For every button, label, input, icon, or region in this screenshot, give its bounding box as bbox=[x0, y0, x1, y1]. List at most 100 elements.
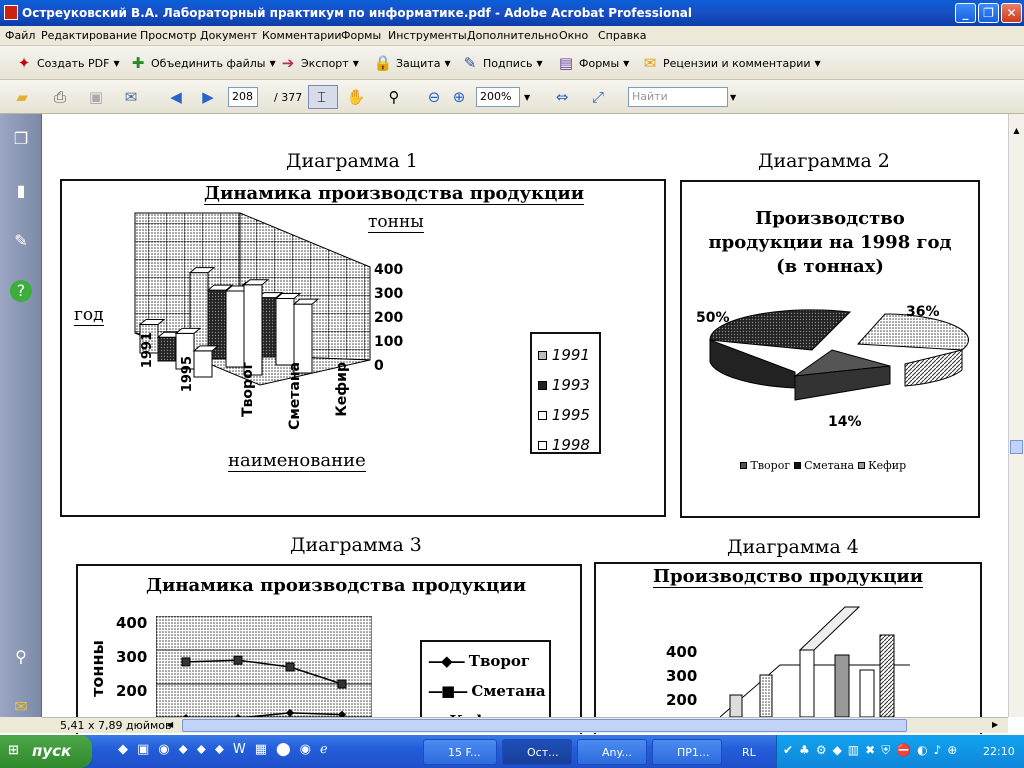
menu-document[interactable]: Документ bbox=[200, 29, 257, 42]
diagram3-line-chart bbox=[156, 616, 372, 717]
help-icon[interactable]: ? bbox=[10, 280, 32, 302]
sign-button[interactable]: ✎ Подпись ▼ bbox=[460, 51, 543, 75]
create-pdf-button[interactable]: ✦ Создать PDF ▼ bbox=[14, 51, 120, 75]
d4-bar-top bbox=[798, 606, 861, 651]
menu-comments[interactable]: Комментарии bbox=[262, 29, 342, 42]
protect-button[interactable]: 🔒 Защита ▼ bbox=[373, 51, 451, 75]
fit-width-button[interactable]: ⇔ bbox=[552, 85, 575, 109]
scroll-up-arrow[interactable]: ▲ bbox=[1010, 124, 1023, 138]
d1-product-label-tvorog: Творог bbox=[240, 362, 256, 417]
folder-icon: ▰ bbox=[16, 88, 28, 106]
zoom-out-button[interactable]: ⊖ bbox=[424, 85, 447, 109]
review-comment-button[interactable]: ✉ Рецензии и комментарии ▼ bbox=[640, 51, 821, 75]
d1-year-label-1991: 1991 bbox=[140, 332, 155, 369]
d1-legend-item: 1998 bbox=[538, 430, 599, 460]
pages-icon[interactable]: ❐ bbox=[10, 128, 32, 150]
cursor-icon: ⌶ bbox=[316, 88, 326, 106]
diagram3-caption: Диаграмма 3 bbox=[290, 534, 422, 556]
scroll-right-arrow[interactable]: ▶ bbox=[992, 720, 1002, 732]
tray-icons[interactable]: ✔♣⚙◆▥✖⛨⛔◐♪⊕ bbox=[783, 743, 963, 758]
fit-page-button[interactable]: ⤢ bbox=[588, 85, 611, 109]
prev-page-button[interactable]: ◀ bbox=[166, 85, 189, 109]
zoom-out-icon: ⊖ bbox=[427, 88, 441, 106]
d1-ytick: 0 bbox=[374, 358, 384, 374]
fit-width-icon: ⇔ bbox=[555, 88, 569, 106]
scroll-left-arrow[interactable]: ◀ bbox=[167, 720, 177, 732]
taskbar-item-any[interactable]: Any... bbox=[577, 739, 647, 765]
print-button[interactable]: ⎙ bbox=[50, 85, 73, 109]
diagram1-xlabel: наименование bbox=[228, 450, 366, 472]
taskbar-item-word[interactable]: ПР1... bbox=[652, 739, 722, 765]
diagram1-legend: 1991 1993 1995 1998 bbox=[530, 332, 601, 454]
magnifier-icon: ⚲ bbox=[388, 88, 400, 106]
diagram2-title: Производство продукции на 1998 год (в то… bbox=[708, 208, 952, 277]
pen-icon: ✎ bbox=[463, 54, 477, 72]
d3-point bbox=[285, 662, 295, 672]
navigation-toolbar: ▰ ⎙ ▣ ✉ ◀ ▶ 208 / 377 ⌶ ✋ ⚲ ⊖ ⊕ 200% ▼ ⇔… bbox=[0, 80, 1024, 114]
zoom-dropdown-caret[interactable]: ▼ bbox=[524, 85, 530, 109]
zoom-level-select[interactable]: 200% bbox=[476, 87, 520, 107]
d1-bar bbox=[157, 336, 177, 362]
scroll-thumb[interactable] bbox=[1010, 440, 1023, 454]
next-page-button[interactable]: ▶ bbox=[198, 85, 221, 109]
attachments-icon[interactable]: ⚲ bbox=[10, 646, 32, 668]
taskbar-item-acrobat[interactable]: Ост... bbox=[502, 739, 572, 765]
menu-view[interactable]: Просмотр bbox=[140, 29, 196, 42]
open-button[interactable]: ▰ bbox=[12, 85, 35, 109]
minimize-button[interactable]: _ bbox=[955, 3, 976, 23]
hand-tool-button[interactable]: ✋ bbox=[346, 85, 369, 109]
email-button[interactable]: ✉ bbox=[121, 85, 144, 109]
zoom-in-button[interactable]: ⊕ bbox=[449, 85, 472, 109]
d1-legend-item: 1991 bbox=[538, 340, 599, 370]
menu-advanced[interactable]: Дополнительно bbox=[467, 29, 558, 42]
navigation-pane: ❐ ▮ ✎ ? ⚲ ✉ bbox=[0, 114, 42, 732]
restore-button[interactable]: ❐ bbox=[978, 3, 999, 23]
find-dropdown-caret[interactable]: ▼ bbox=[730, 85, 736, 109]
d3-point bbox=[181, 657, 191, 667]
vertical-scrollbar[interactable]: ▲ bbox=[1008, 114, 1024, 717]
create-pdf-icon: ✦ bbox=[17, 54, 31, 72]
diagram4-3d-bar-chart bbox=[720, 606, 910, 717]
d1-legend-item: 1995 bbox=[538, 400, 599, 430]
close-button[interactable]: ✕ bbox=[1001, 3, 1022, 23]
zoom-tool-button[interactable]: ⚲ bbox=[384, 85, 407, 109]
d4-bar bbox=[834, 654, 850, 717]
d1-legend-item: 1993 bbox=[538, 370, 599, 400]
lock-icon: 🔒 bbox=[373, 54, 393, 72]
d4-bar bbox=[799, 649, 815, 717]
comments-icon[interactable]: ✉ bbox=[10, 696, 32, 718]
page-size-label: 5,41 x 7,89 дюймов bbox=[60, 719, 172, 732]
combine-files-button[interactable]: ✚ Объединить файлы ▼ bbox=[128, 51, 276, 75]
forms-button[interactable]: ▤ Формы ▼ bbox=[556, 51, 629, 75]
diagram4-title: Производство продукции bbox=[653, 566, 924, 588]
quick-launch[interactable]: ◆▣◉⬥⬥⬥W▦⬤◉ℯ bbox=[118, 742, 337, 757]
fit-page-icon: ⤢ bbox=[591, 88, 604, 106]
menu-help[interactable]: Справка bbox=[598, 29, 646, 42]
zoom-in-icon: ⊕ bbox=[452, 88, 466, 106]
bookmarks-icon[interactable]: ▮ bbox=[10, 180, 32, 202]
printer-icon: ⎙ bbox=[53, 88, 66, 106]
menu-window[interactable]: Окно bbox=[559, 29, 588, 42]
acrobat-app-icon[interactable] bbox=[4, 5, 18, 20]
find-input[interactable]: Найти bbox=[628, 87, 728, 107]
menu-forms[interactable]: Формы bbox=[341, 29, 381, 42]
start-button[interactable]: ⊞ пуск bbox=[0, 735, 92, 768]
d1-bar bbox=[275, 298, 295, 366]
language-indicator[interactable]: RL bbox=[742, 746, 756, 759]
hscroll-thumb[interactable] bbox=[182, 719, 907, 732]
signatures-icon[interactable]: ✎ bbox=[10, 230, 32, 252]
export-button[interactable]: ➔ Экспорт ▼ bbox=[278, 51, 359, 75]
taskbar-item-firefox[interactable]: 15 F... bbox=[423, 739, 497, 765]
pie-slice-tvorog bbox=[709, 309, 852, 351]
diagram2-legend: Творог Сметана Кефир bbox=[740, 459, 906, 472]
page-number-input[interactable]: 208 bbox=[228, 87, 258, 107]
horizontal-scrollbar[interactable]: 5,41 x 7,89 дюймов ◀ ▶ bbox=[42, 717, 1008, 733]
d1-product-label-smetana: Сметана bbox=[287, 362, 303, 430]
menu-file[interactable]: Файл bbox=[5, 29, 35, 42]
d1-year-label-1995: 1995 bbox=[180, 356, 195, 393]
windows-logo-icon: ⊞ bbox=[8, 743, 19, 758]
menu-edit[interactable]: Редактирование bbox=[41, 29, 137, 42]
menu-tools[interactable]: Инструменты bbox=[388, 29, 467, 42]
save-button[interactable]: ▣ bbox=[86, 85, 109, 109]
select-tool-button[interactable]: ⌶ bbox=[308, 85, 338, 109]
